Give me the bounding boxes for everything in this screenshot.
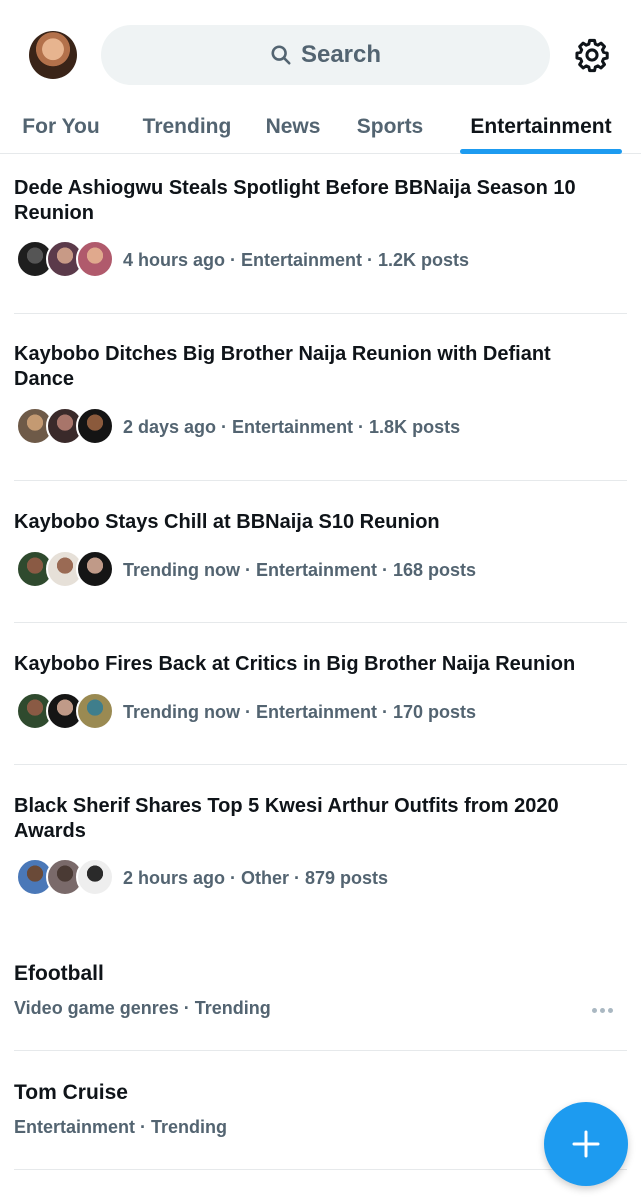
more-icon[interactable] <box>592 1005 616 1015</box>
topic-title: Tom Cruise <box>14 1081 128 1104</box>
top-bar: Search <box>0 0 641 100</box>
trend-item[interactable]: Kaybobo Ditches Big Brother Naija Reunio… <box>0 314 641 480</box>
trend-avatars <box>16 407 116 447</box>
trend-item[interactable]: Kaybobo Fires Back at Critics in Big Bro… <box>0 623 641 764</box>
plus-icon <box>572 1130 600 1158</box>
trend-avatars <box>16 240 116 280</box>
avatar <box>76 692 114 730</box>
gear-icon[interactable] <box>573 36 611 74</box>
topic-title: Efootball <box>14 962 104 985</box>
tab-news[interactable]: News <box>255 100 331 154</box>
trend-meta: 2 days ago · Entertainment · 1.8K posts <box>123 417 461 437</box>
topic-meta: Video game genres · Trending <box>14 998 271 1018</box>
avatar <box>76 858 114 896</box>
compose-button[interactable] <box>544 1102 628 1186</box>
avatar <box>76 407 114 445</box>
tab-sports[interactable]: Sports <box>345 100 435 154</box>
avatar <box>76 240 114 278</box>
trend-avatars <box>16 858 116 898</box>
trend-item[interactable]: Dede Ashiogwu Steals Spotlight Before BB… <box>0 154 641 313</box>
trend-meta: 4 hours ago · Entertainment · 1.2K posts <box>123 250 470 270</box>
topic-meta: Entertainment · Trending <box>14 1117 228 1137</box>
tab-bar: For You Trending News Sports Entertainme… <box>0 100 641 154</box>
trend-title: Kaybobo Stays Chill at BBNaija S10 Reuni… <box>14 511 440 533</box>
trend-title: Dede Ashiogwu Steals Spotlight Before BB… <box>14 177 576 224</box>
divider <box>14 1169 627 1170</box>
trend-item[interactable]: Kaybobo Stays Chill at BBNaija S10 Reuni… <box>0 481 641 622</box>
trend-meta: 2 hours ago · Other · 879 posts <box>123 868 389 888</box>
trend-avatars <box>16 692 116 732</box>
trend-meta: Trending now · Entertainment · 170 posts <box>123 702 477 722</box>
tab-entertainment[interactable]: Entertainment <box>455 100 627 154</box>
topic-item[interactable]: Efootball Video game genres · Trending <box>0 930 641 1050</box>
tab-trending[interactable]: Trending <box>128 100 246 154</box>
trend-title: Kaybobo Fires Back at Critics in Big Bro… <box>14 653 576 675</box>
avatar <box>76 550 114 588</box>
tab-for-you[interactable]: For You <box>10 100 112 154</box>
search-icon <box>271 45 291 65</box>
trend-item[interactable]: Black Sherif Shares Top 5 Kwesi Arthur O… <box>0 765 641 930</box>
search-bar[interactable]: Search <box>101 25 550 85</box>
trend-avatars <box>16 550 116 590</box>
profile-avatar[interactable] <box>29 31 77 79</box>
trend-title: Black Sherif Shares Top 5 Kwesi Arthur O… <box>14 795 559 842</box>
trend-meta: Trending now · Entertainment · 168 posts <box>123 560 477 580</box>
trend-title: Kaybobo Ditches Big Brother Naija Reunio… <box>14 343 551 390</box>
search-placeholder: Search <box>300 41 382 68</box>
